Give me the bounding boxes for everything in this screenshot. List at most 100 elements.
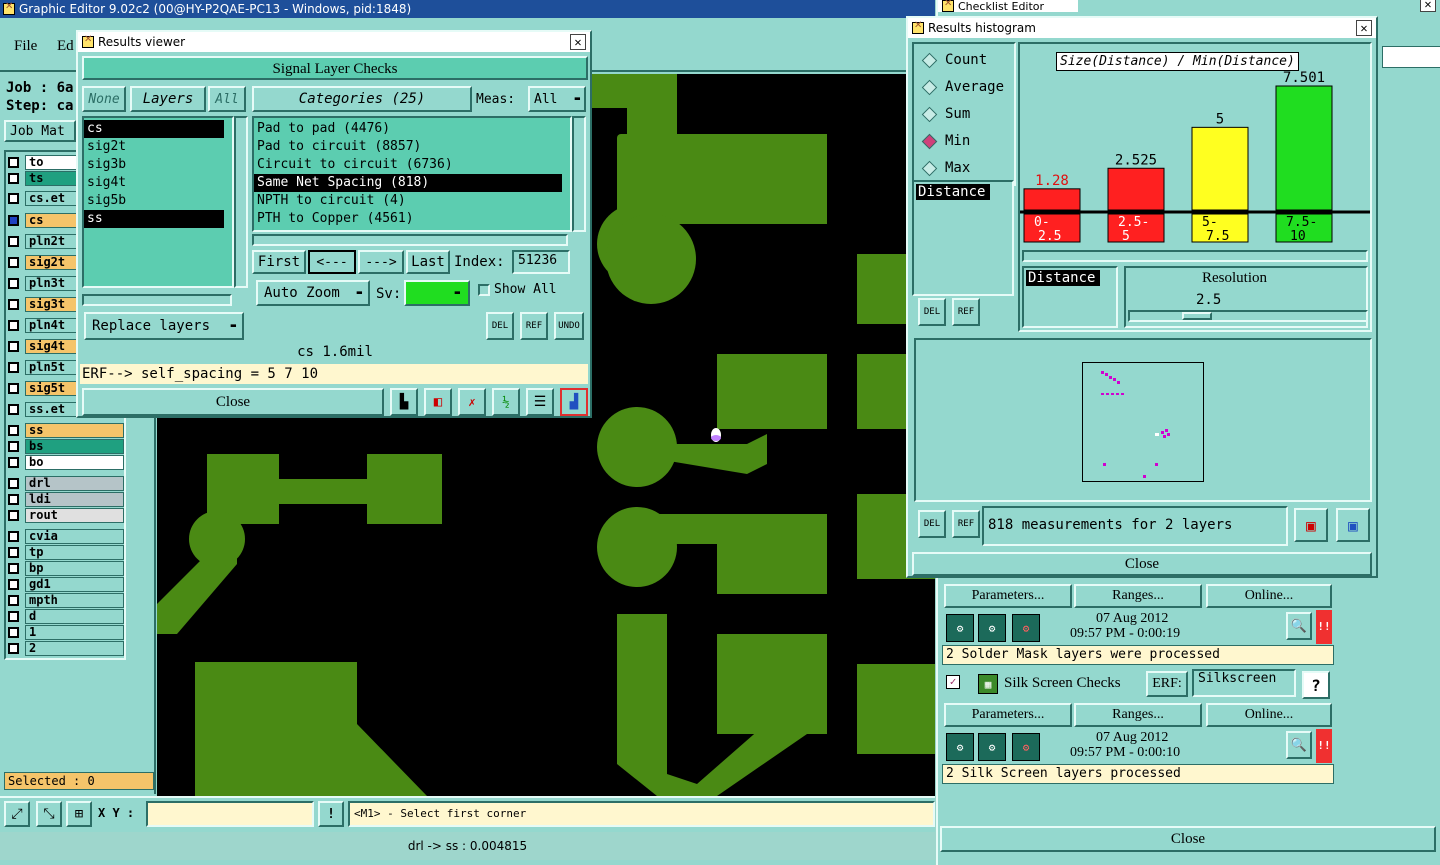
layer-row[interactable]: rout — [8, 507, 124, 523]
layer-list-item[interactable]: sig3b — [84, 156, 232, 174]
layer-checkbox[interactable] — [8, 256, 19, 268]
alert-button[interactable]: ! — [318, 801, 344, 827]
menu-edit[interactable]: Ed — [57, 38, 74, 55]
none-button[interactable]: None — [82, 86, 126, 112]
layer-name[interactable]: cvia — [25, 528, 124, 544]
category-item[interactable]: NPTH to circuit (4) — [254, 192, 570, 210]
first-button[interactable]: First — [252, 250, 306, 274]
hist-del-button[interactable]: DEL — [918, 298, 946, 326]
rv-ref-button[interactable]: REF — [520, 312, 548, 340]
erf-value[interactable]: Silkscreen — [1192, 669, 1296, 697]
option-average[interactable]: Average — [921, 79, 1004, 95]
meas-dropdown[interactable]: All ▬ — [528, 86, 586, 112]
category-item[interactable]: Pad to circuit (8857) — [254, 138, 570, 156]
layer-row[interactable]: 1 — [8, 624, 124, 640]
layer-name[interactable]: ldi — [25, 491, 124, 507]
last-button[interactable]: Last — [406, 250, 450, 274]
layout-icon[interactable]: ▣ — [1336, 508, 1370, 542]
layer-checkbox[interactable] — [8, 214, 19, 226]
layer-checkbox[interactable] — [8, 477, 19, 489]
export-icon[interactable]: ▣ — [1294, 508, 1328, 542]
layer-name[interactable]: bo — [25, 454, 124, 470]
online-button-2[interactable]: Online... — [1206, 703, 1332, 727]
layer-row[interactable]: bp — [8, 560, 124, 576]
layer-name[interactable]: bs — [25, 438, 124, 454]
xy-input[interactable] — [146, 801, 314, 827]
layer-name[interactable]: 2 — [25, 640, 124, 656]
layer-row[interactable]: ldi — [8, 491, 124, 507]
layer-row[interactable]: 2 — [8, 640, 124, 656]
menu-file[interactable]: File — [14, 38, 37, 55]
online-button-1[interactable]: Online... — [1206, 584, 1332, 608]
layer-checkbox[interactable] — [8, 192, 19, 204]
sv-color-dropdown[interactable]: ▬ — [404, 280, 470, 306]
run-icon-2a[interactable]: ⚙ — [946, 733, 974, 761]
layer-checkbox[interactable] — [8, 277, 19, 289]
layer-list-item[interactable]: ss — [84, 210, 224, 228]
display-icon[interactable]: ▙ — [390, 388, 418, 416]
layer-checkbox[interactable] — [8, 382, 19, 394]
help-button[interactable]: ? — [1302, 671, 1330, 699]
layer-checkbox[interactable] — [8, 319, 19, 331]
parameters-button-1[interactable]: Parameters... — [944, 584, 1072, 608]
layer-row[interactable]: mpth — [8, 592, 124, 608]
layer-row[interactable]: bo — [8, 454, 124, 470]
rv-del-button[interactable]: DEL — [486, 312, 514, 340]
layer-checkbox[interactable] — [8, 235, 19, 247]
layer-checkbox[interactable] — [8, 298, 19, 310]
hist-ref-button-2[interactable]: REF — [952, 510, 980, 538]
hist-hscrollbar[interactable] — [1022, 250, 1368, 262]
run-icon-2b[interactable]: ⚙ — [978, 733, 1006, 761]
report-icon[interactable]: ☰ — [526, 388, 554, 416]
layer-name[interactable]: gd1 — [25, 576, 124, 592]
hist-ref-button[interactable]: REF — [952, 298, 980, 326]
ref-crossed-icon[interactable]: ✗ — [458, 388, 486, 416]
measure-tool-button[interactable]: ⤡ — [36, 801, 62, 827]
auto-zoom-dropdown[interactable]: Auto Zoom ▬ — [256, 280, 370, 306]
index-input[interactable]: 51236 — [512, 250, 570, 274]
layer-checkbox[interactable] — [8, 456, 19, 468]
checklist-close-x[interactable]: ✕ — [1420, 0, 1436, 12]
layer-name[interactable]: rout — [25, 507, 124, 523]
next-button[interactable]: ---> — [358, 250, 404, 274]
layer-checkbox[interactable] — [8, 546, 19, 558]
layer-checkbox[interactable] — [8, 562, 19, 574]
option-min[interactable]: Min — [921, 133, 970, 149]
hist-close-button[interactable]: Close — [912, 552, 1372, 576]
category-item-selected[interactable]: Same Net Spacing (818) — [254, 174, 562, 192]
layer-checkbox[interactable] — [8, 172, 19, 184]
run-icon-2c[interactable]: ⚙ — [1012, 733, 1040, 761]
layer-checkbox[interactable] — [8, 403, 19, 415]
row2-zoom-icon[interactable]: 🔍 — [1286, 731, 1312, 759]
distance-item[interactable]: Distance — [916, 184, 990, 200]
rv-close-button[interactable]: Close — [82, 388, 384, 416]
layers-hscrollbar[interactable] — [82, 294, 232, 306]
layer-checkbox[interactable] — [8, 361, 19, 373]
option-max[interactable]: Max — [921, 160, 970, 176]
category-item[interactable]: PTH to Copper (4561) — [254, 210, 570, 228]
ranges-button-2[interactable]: Ranges... — [1074, 703, 1202, 727]
layer-checkbox[interactable] — [8, 424, 19, 436]
hist-del-button-2[interactable]: DEL — [918, 510, 946, 538]
ranges-button-1[interactable]: Ranges... — [1074, 584, 1202, 608]
rv-undo-button[interactable]: UNDO — [554, 312, 584, 340]
layer-name[interactable]: tp — [25, 544, 124, 560]
layer-checkbox[interactable] — [8, 642, 19, 654]
replace-layers-dropdown[interactable]: Replace layers ▬ — [84, 312, 244, 340]
categories-scrollbar[interactable] — [572, 116, 586, 232]
option-sum[interactable]: Sum — [921, 106, 970, 122]
hist-close-x[interactable]: ✕ — [1356, 20, 1372, 36]
layer-checkbox[interactable] — [8, 493, 19, 505]
layer-checkbox[interactable] — [8, 626, 19, 638]
histogram-icon[interactable]: ▟ — [560, 388, 588, 416]
slider-thumb[interactable] — [1182, 312, 1212, 320]
layer-list-item[interactable]: sig2t — [84, 138, 232, 156]
layers-scrollbar[interactable] — [234, 116, 248, 288]
layer-row[interactable]: ss — [8, 422, 124, 438]
layer-name[interactable]: ss — [25, 422, 124, 438]
layer-list-item[interactable]: sig4t — [84, 174, 232, 192]
layer-checkbox[interactable] — [8, 610, 19, 622]
numbering-icon[interactable]: ½ — [492, 388, 520, 416]
job-matrix-button[interactable]: Job Mat — [4, 120, 76, 142]
show-all-box[interactable] — [478, 283, 490, 296]
